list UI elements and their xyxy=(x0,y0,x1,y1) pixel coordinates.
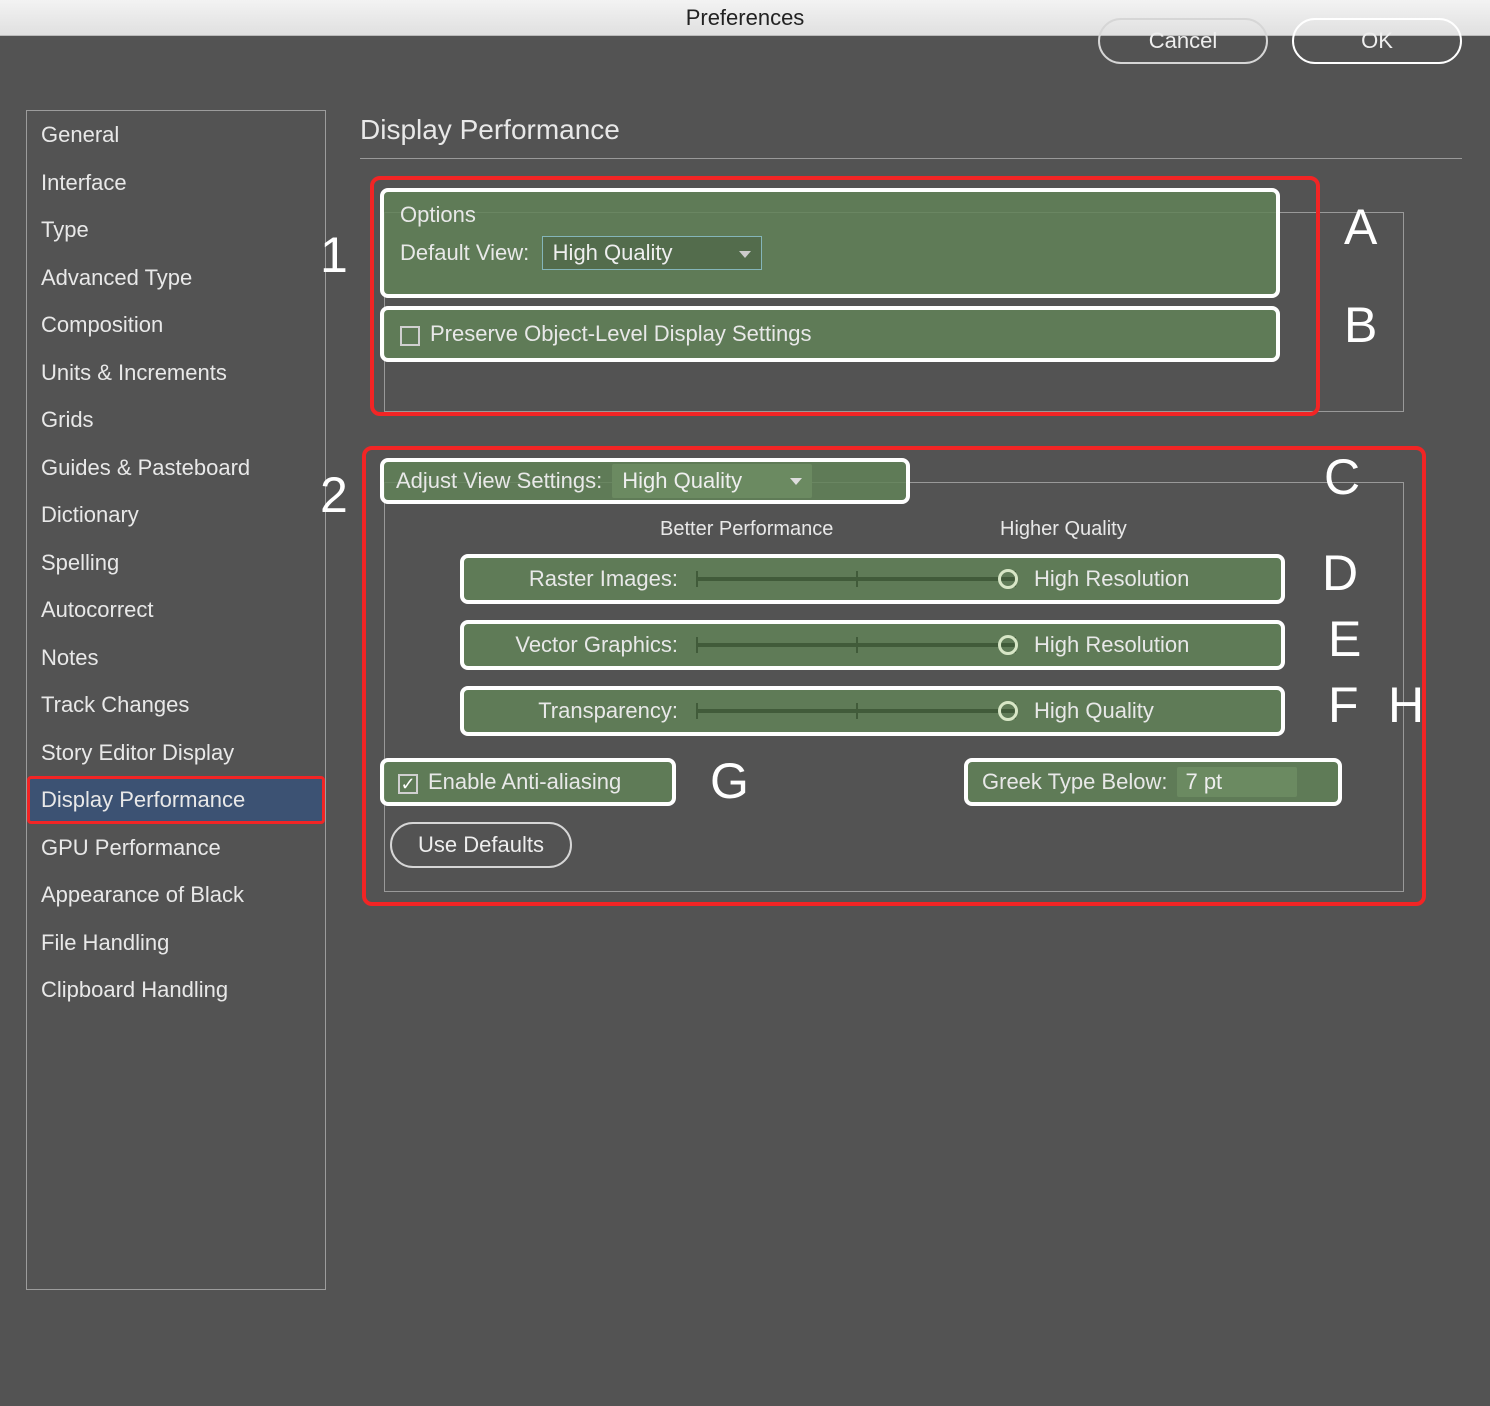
sidebar-item-gpu-performance[interactable]: GPU Performance xyxy=(27,824,325,872)
adjust-view-label: Adjust View Settings: xyxy=(396,468,602,494)
annotation-C: C xyxy=(1324,448,1360,506)
raster-images-slider[interactable] xyxy=(696,567,1016,591)
annotation-F: F xyxy=(1328,676,1359,734)
vector-graphics-slider[interactable] xyxy=(696,633,1016,657)
sidebar-item-guides-pasteboard[interactable]: Guides & Pasteboard xyxy=(27,444,325,492)
preferences-sidebar: GeneralInterfaceTypeAdvanced TypeComposi… xyxy=(26,110,326,1290)
sidebar-item-clipboard-handling[interactable]: Clipboard Handling xyxy=(27,966,325,1014)
greek-type-input[interactable] xyxy=(1177,767,1297,797)
vector-graphics-value: High Resolution xyxy=(1034,632,1224,658)
annotation-E: E xyxy=(1328,610,1361,668)
sidebar-item-type[interactable]: Type xyxy=(27,206,325,254)
annotation-H: H xyxy=(1388,676,1424,734)
higher-quality-label: Higher Quality xyxy=(1000,518,1127,541)
enable-anti-aliasing-label: Enable Anti-aliasing xyxy=(428,769,621,795)
greek-type-label: Greek Type Below: xyxy=(982,769,1167,795)
transparency-slider[interactable] xyxy=(696,699,1016,723)
sidebar-item-advanced-type[interactable]: Advanced Type xyxy=(27,254,325,302)
sidebar-item-general[interactable]: General xyxy=(27,111,325,159)
preserve-object-level-label: Preserve Object-Level Display Settings xyxy=(430,321,812,347)
annotation-D: D xyxy=(1322,544,1358,602)
adjust-view-select[interactable]: High Quality xyxy=(612,464,812,498)
annotation-B: B xyxy=(1344,296,1377,354)
sidebar-item-spelling[interactable]: Spelling xyxy=(27,539,325,587)
sidebar-item-file-handling[interactable]: File Handling xyxy=(27,919,325,967)
sidebar-item-dictionary[interactable]: Dictionary xyxy=(27,491,325,539)
ok-button[interactable]: OK xyxy=(1292,18,1462,64)
title-divider xyxy=(360,158,1462,159)
raster-images-label: Raster Images: xyxy=(478,566,678,592)
sidebar-item-interface[interactable]: Interface xyxy=(27,159,325,207)
options-legend: Options xyxy=(400,202,1260,228)
annotation-A: A xyxy=(1344,198,1377,256)
sidebar-item-display-performance[interactable]: Display Performance xyxy=(27,776,325,824)
raster-images-value: High Resolution xyxy=(1034,566,1224,592)
sidebar-item-story-editor-display[interactable]: Story Editor Display xyxy=(27,729,325,777)
default-view-label: Default View: xyxy=(400,240,529,265)
default-view-select[interactable]: High Quality xyxy=(542,236,762,270)
transparency-value: High Quality xyxy=(1034,698,1224,724)
sidebar-item-appearance-of-black[interactable]: Appearance of Black xyxy=(27,871,325,919)
sidebar-item-units-increments[interactable]: Units & Increments xyxy=(27,349,325,397)
sidebar-item-grids[interactable]: Grids xyxy=(27,396,325,444)
cancel-button[interactable]: Cancel xyxy=(1098,18,1268,64)
annotation-1: 1 xyxy=(320,226,348,284)
transparency-label: Transparency: xyxy=(478,698,678,724)
enable-anti-aliasing-checkbox[interactable] xyxy=(398,774,418,794)
use-defaults-button[interactable]: Use Defaults xyxy=(390,822,572,868)
preserve-object-level-checkbox[interactable] xyxy=(400,326,420,346)
sidebar-item-composition[interactable]: Composition xyxy=(27,301,325,349)
vector-graphics-label: Vector Graphics: xyxy=(478,632,678,658)
annotation-G: G xyxy=(710,752,749,810)
annotation-2: 2 xyxy=(320,466,348,524)
sidebar-item-track-changes[interactable]: Track Changes xyxy=(27,681,325,729)
sidebar-item-autocorrect[interactable]: Autocorrect xyxy=(27,586,325,634)
sidebar-item-notes[interactable]: Notes xyxy=(27,634,325,682)
page-title: Display Performance xyxy=(360,114,1462,146)
better-performance-label: Better Performance xyxy=(660,518,833,541)
